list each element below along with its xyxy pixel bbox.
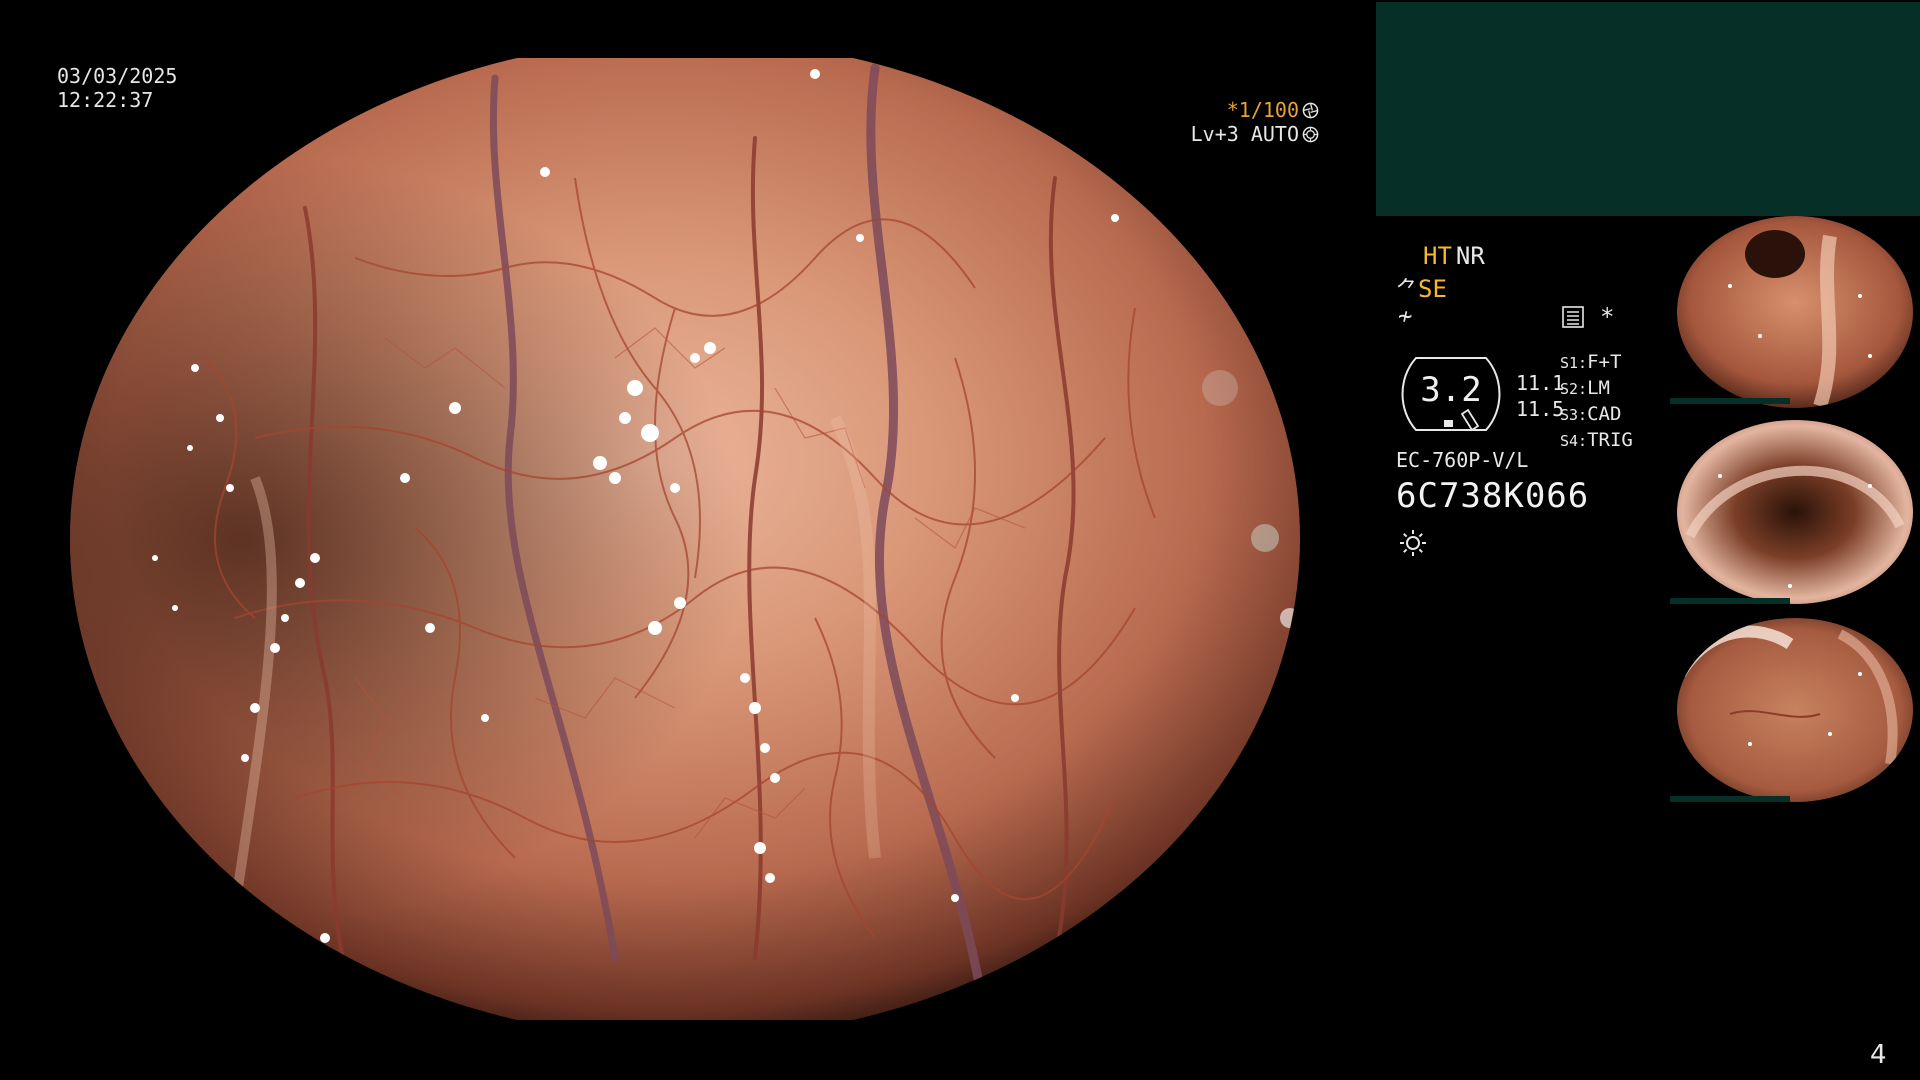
shutter-speed-label: *1/100 xyxy=(1226,98,1299,122)
time-label: 12:22:37 xyxy=(57,88,154,112)
zoom-value: 3.2 xyxy=(1420,370,1482,410)
f-mark-icon: ≁ xyxy=(1398,302,1413,330)
ht-mode-label: HT xyxy=(1423,242,1452,270)
exposure-readout: *1/100 Lv+3 AUTO xyxy=(1191,98,1319,146)
nr-mode-label: NR xyxy=(1455,242,1485,270)
date-label: 03/03/2025 xyxy=(57,64,178,88)
switch-row-2: S2:LM xyxy=(1560,377,1610,399)
captured-thumbnail-2[interactable] xyxy=(1670,416,1920,608)
thumbnail-image-3 xyxy=(1670,618,1913,802)
se-mode-label: SE xyxy=(1418,275,1447,303)
colon-mucosa-image xyxy=(70,58,1300,1020)
readout-1: 11.1 xyxy=(1516,371,1565,395)
endoscope-live-view xyxy=(55,58,1315,1020)
brightness-mode-label: Lv+3 AUTO xyxy=(1190,122,1299,146)
thumbnail-image-1 xyxy=(1670,216,1913,408)
thumbnail-image-2 xyxy=(1670,420,1913,604)
iris-icon xyxy=(1302,126,1319,143)
scope-model-label: EC-760P-V/L xyxy=(1396,448,1529,472)
menu-icon xyxy=(1562,306,1584,328)
scope-switch-list: S1:F+T S2:LM S3:CAD S4:TRIG xyxy=(1560,350,1633,454)
page-number: 4 xyxy=(1870,1040,1887,1070)
captured-thumbnail-3[interactable] xyxy=(1670,614,1920,806)
date-time-readout: 03/03/2025 12:22:37 xyxy=(57,64,177,112)
light-source-icon xyxy=(1400,530,1426,556)
captured-thumbnail-1[interactable] xyxy=(1670,216,1920,408)
image-mode-row: HT NR xyxy=(1423,242,1485,270)
structure-enhance-icon: ⺈ xyxy=(1396,278,1419,303)
readout-2: 11.5 xyxy=(1516,397,1565,421)
scope-info-panel: HT NR ⺈SE ≁ * 3.2 11.1 11.5 S1:F+T S2:LM … xyxy=(1390,240,1660,570)
endoscopy-monitor: 03/03/2025 12:22:37 *1/100 Lv+3 AUTO HT N… xyxy=(0,0,1920,1080)
switch-row-3: S3:CAD xyxy=(1560,403,1622,425)
switch-row-4: S4:TRIG xyxy=(1560,429,1633,451)
secondary-display-area xyxy=(1376,2,1920,216)
switch-row-1: S1:F+T xyxy=(1560,351,1622,373)
zoom-readouts: 11.1 11.5 xyxy=(1516,370,1564,422)
star-mark: * xyxy=(1600,303,1615,331)
se-mode-row: ⺈SE xyxy=(1396,272,1447,304)
shutter-icon xyxy=(1302,102,1319,119)
scope-serial-label: 6C738K066 xyxy=(1396,476,1590,516)
